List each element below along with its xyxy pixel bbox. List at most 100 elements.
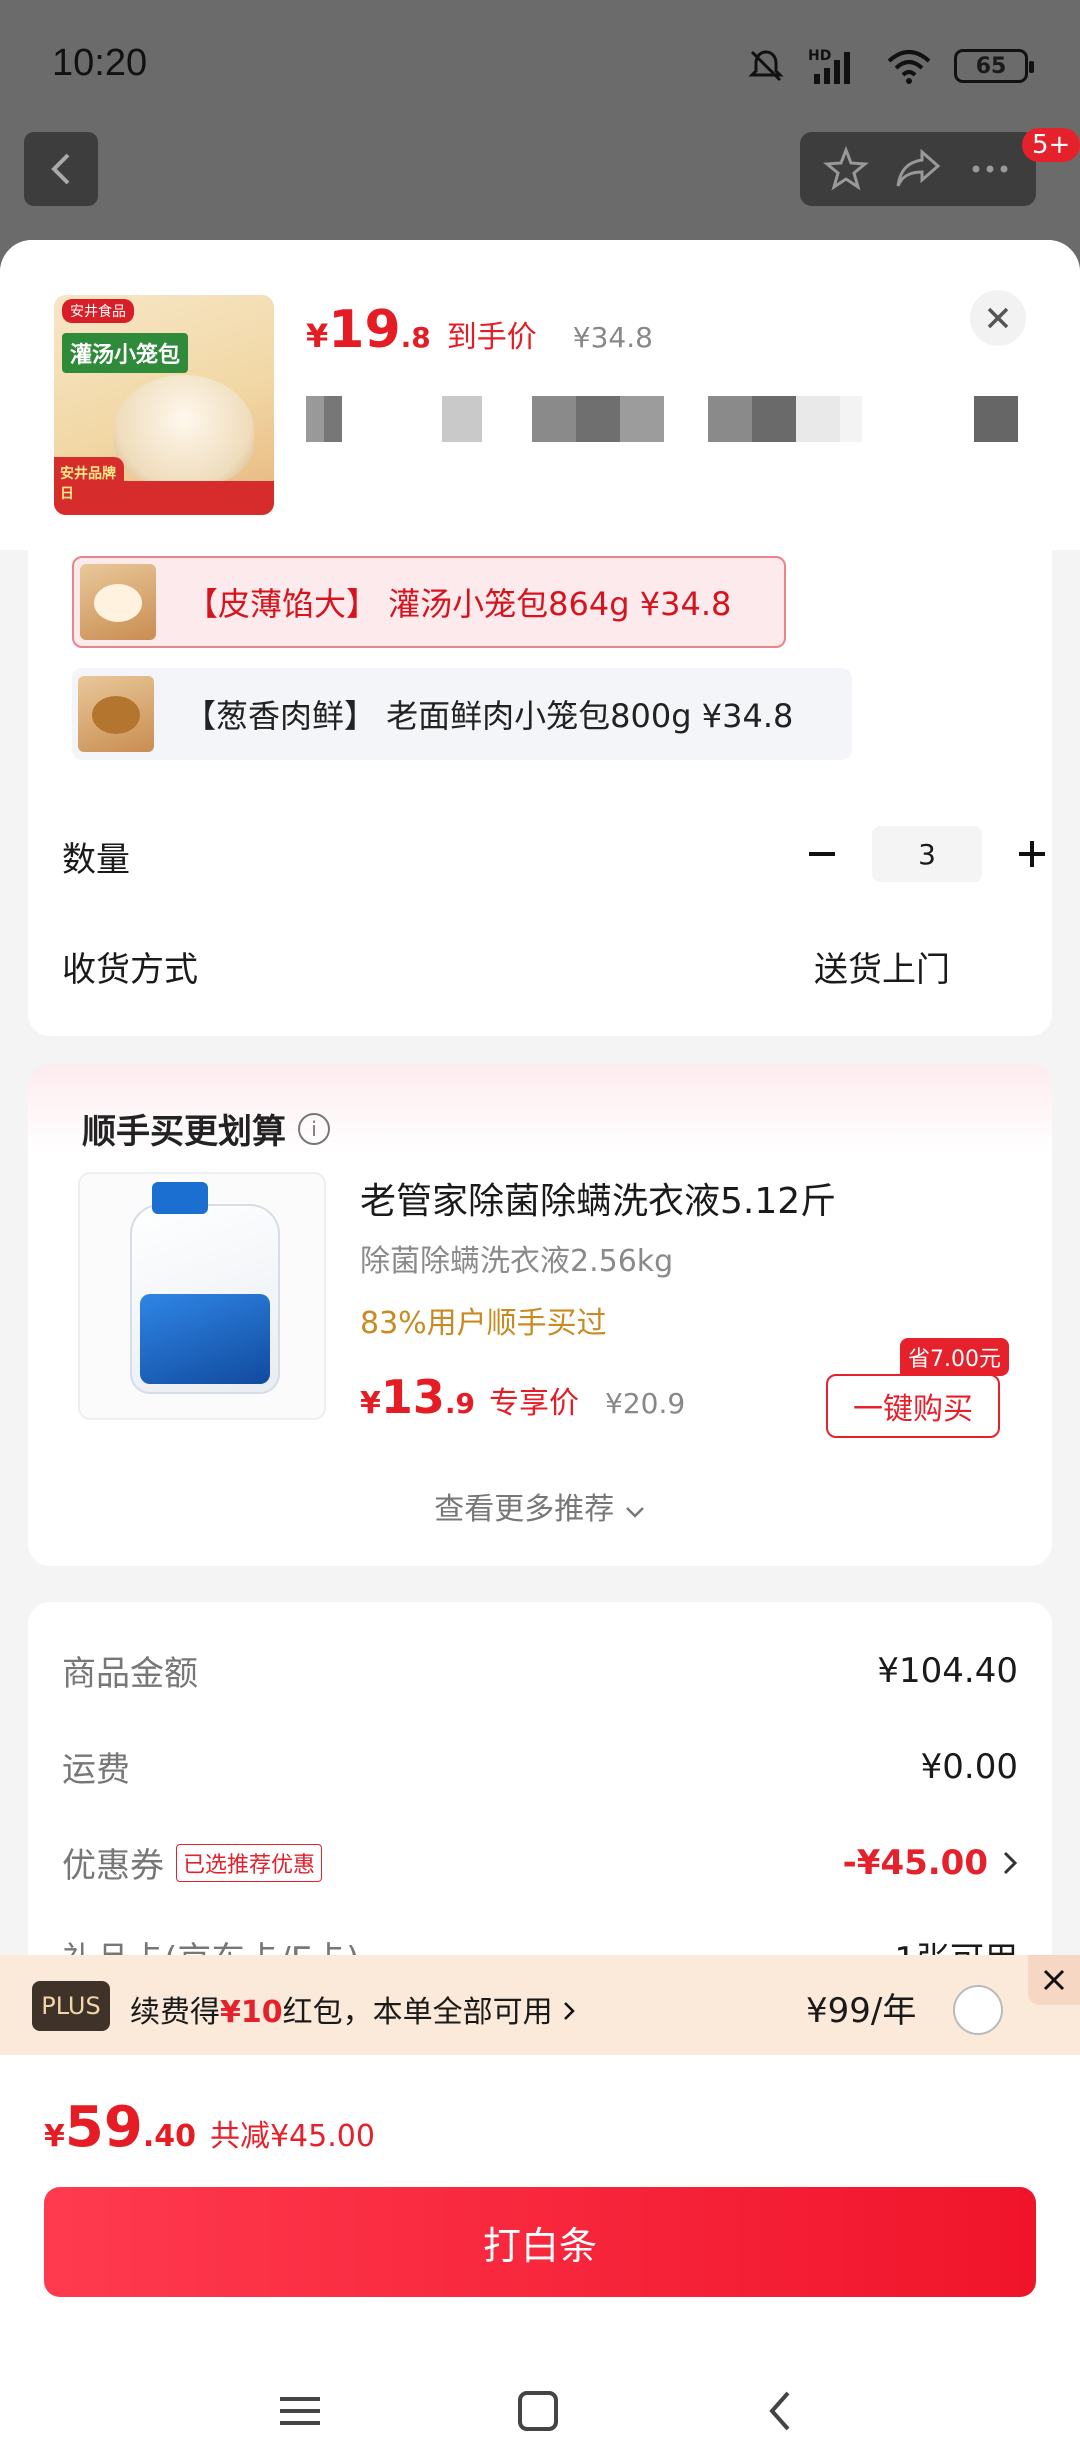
bottle-label <box>140 1294 270 1384</box>
star-icon[interactable] <box>822 146 869 192</box>
share-icon[interactable] <box>894 146 942 192</box>
price-decimal: .40 <box>142 2119 196 2154</box>
system-nav-bar <box>0 2365 1080 2460</box>
price-currency: ¥ <box>306 317 329 355</box>
quantity-label: 数量 <box>62 840 130 880</box>
info-icon[interactable]: i <box>298 1112 330 1145</box>
variant-label: 【葱香肉鲜】 老面鲜肉小笼包800g ¥34.8 <box>184 697 794 735</box>
wifi-icon <box>887 50 931 84</box>
status-time: 10:20 <box>52 42 148 84</box>
total-reduce: 共减¥45.00 <box>209 2119 375 2154</box>
menu-button[interactable] <box>270 2381 330 2441</box>
recommend-title: 顺手买更划算 i <box>82 1104 330 1153</box>
product-price: ¥ 19 .8 到手价 ¥34.8 <box>306 300 653 360</box>
total-price: ¥ 59 .40 共减¥45.00 <box>44 2095 375 2160</box>
pay-button[interactable]: 打白条 <box>44 2187 1036 2297</box>
summary-label: 商品金额 <box>62 1654 198 1694</box>
bun-image <box>114 375 254 485</box>
recommend-product-image[interactable] <box>78 1172 326 1420</box>
svg-text:HD: HD <box>808 48 831 64</box>
plus-price: ¥99/年 <box>806 1991 917 2031</box>
status-bar: 10:20 HD 65 <box>0 0 1080 140</box>
top-actions <box>800 132 1036 206</box>
price-decimal: .9 <box>444 1387 476 1420</box>
thumb-brand: 安井食品 <box>62 299 134 323</box>
price-integer: 59 <box>64 2095 143 2160</box>
message-badge: 5+ <box>1022 128 1080 162</box>
price-integer: 19 <box>328 300 401 360</box>
plus-text-post: 红包，本单全部可用 <box>282 1995 553 2030</box>
plus-text-pre: 续费得 <box>130 1995 220 2030</box>
home-icon <box>518 2391 558 2431</box>
quantity-stepper: 3 <box>798 826 1056 882</box>
checkout-footer: ¥ 59 .40 共减¥45.00 打白条 <box>0 2055 1080 2460</box>
variant-thumbnail <box>80 564 156 640</box>
signal-icon: HD <box>808 48 850 84</box>
coupon-label-group: 优惠券 已选推荐优惠 <box>62 1838 323 1887</box>
more-icon[interactable] <box>967 146 1013 192</box>
summary-goods: 商品金额 ¥104.40 <box>62 1646 1018 1695</box>
more-recommend-label: 查看更多推荐 <box>434 1492 615 1527</box>
price-label: 到手价 <box>446 320 537 355</box>
coupon-value-group: -¥45.00 <box>843 1843 1018 1883</box>
variant-option-2[interactable]: 【葱香肉鲜】 老面鲜肉小笼包800g ¥34.8 <box>72 668 852 760</box>
original-price: ¥20.9 <box>605 1387 686 1420</box>
price-decimal: .8 <box>400 321 431 354</box>
close-button[interactable] <box>970 290 1026 346</box>
variant-section: 【皮薄馅大】 灌汤小笼包864g ¥34.8 【葱香肉鲜】 老面鲜肉小笼包800… <box>28 550 1052 1036</box>
variant-option-1[interactable]: 【皮薄馅大】 灌汤小笼包864g ¥34.8 <box>72 556 786 648</box>
order-summary: 商品金额 ¥104.40 运费 ¥0.00 优惠券 已选推荐优惠 -¥45.00… <box>28 1602 1052 2002</box>
delivery-label: 收货方式 <box>62 950 198 990</box>
close-icon <box>1043 1969 1065 1991</box>
recommend-product-name[interactable]: 老管家除菌除螨洗衣液5.12斤 <box>360 1172 836 1224</box>
recommend-users-text: 83%用户顺手买过 <box>360 1306 607 1341</box>
more-recommend-link[interactable]: 查看更多推荐 <box>28 1484 1052 1528</box>
home-button[interactable] <box>508 2381 568 2441</box>
original-price: ¥34.8 <box>572 321 653 354</box>
summary-value: ¥0.00 <box>920 1746 1018 1787</box>
bottle-cap <box>152 1182 208 1214</box>
plus-promo-bar[interactable]: PLUS 续费得¥10红包，本单全部可用 ¥99/年 <box>0 1955 1080 2055</box>
plus-icon <box>1019 841 1045 867</box>
close-icon <box>987 307 1009 329</box>
plus-close-button[interactable] <box>1028 1955 1080 2005</box>
price-label: 专享价 <box>489 1386 580 1421</box>
price-integer: 13 <box>380 1370 445 1424</box>
increment-button[interactable] <box>1008 830 1056 878</box>
coupon-tag: 已选推荐优惠 <box>176 1843 323 1882</box>
back-nav-button[interactable] <box>750 2381 810 2441</box>
recommend-product-spec: 除菌除螨洗衣液2.56kg <box>360 1244 674 1279</box>
purchase-sheet: 安井食品 灌汤小笼包 安井品牌日 ¥ 19 .8 到手价 ¥34.8 【皮薄馅大… <box>0 240 1080 2460</box>
summary-coupon[interactable]: 优惠券 已选推荐优惠 -¥45.00 <box>62 1838 1018 1887</box>
summary-value: -¥45.00 <box>842 1842 988 1883</box>
summary-shipping: 运费 ¥0.00 <box>62 1742 1018 1791</box>
plus-badge: PLUS <box>32 1981 110 2031</box>
decrement-button[interactable] <box>798 830 846 878</box>
chevron-right-icon <box>1003 1851 1018 1874</box>
variant-thumbnail <box>78 676 154 752</box>
back-button[interactable] <box>24 132 98 206</box>
minus-icon <box>809 852 835 856</box>
delivery-value[interactable]: 送货上门 <box>814 942 950 991</box>
one-click-buy-button[interactable]: 一键购买 <box>826 1374 1000 1438</box>
price-currency: ¥ <box>360 1386 381 1421</box>
thumb-title: 灌汤小笼包 <box>62 333 189 373</box>
status-icons: HD 65 <box>746 46 1034 86</box>
quantity-input[interactable]: 3 <box>872 826 982 882</box>
product-thumbnail: 安井食品 灌汤小笼包 安井品牌日 <box>54 295 274 515</box>
summary-label: 优惠券 <box>62 1846 164 1886</box>
plus-text-highlight: ¥10 <box>220 1995 283 2030</box>
thumb-promo: 安井品牌日 <box>54 457 124 515</box>
menu-icon <box>280 2397 320 2425</box>
recommend-title-text: 顺手买更划算 <box>82 1112 286 1152</box>
plus-promo-text: 续费得¥10红包，本单全部可用 <box>130 1987 576 2031</box>
battery-icon: 65 <box>954 49 1034 83</box>
summary-value: ¥104.40 <box>877 1650 1018 1691</box>
product-header: 安井食品 灌汤小笼包 安井品牌日 ¥ 19 .8 到手价 ¥34.8 <box>0 240 1080 550</box>
save-badge: 省7.00元 <box>900 1338 1009 1376</box>
chevron-right-icon <box>564 2002 575 2020</box>
price-currency: ¥ <box>44 2119 65 2154</box>
plus-select-radio[interactable] <box>953 1985 1003 2035</box>
chevron-left-icon <box>51 153 70 185</box>
summary-label: 运费 <box>62 1750 130 1790</box>
